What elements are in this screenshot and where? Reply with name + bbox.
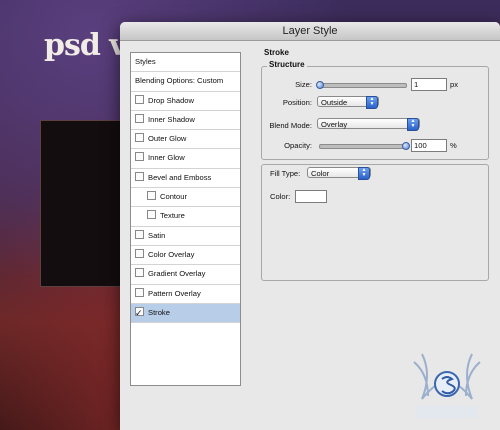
- style-checkbox[interactable]: [135, 133, 144, 143]
- style-checkbox[interactable]: [135, 268, 144, 278]
- style-checkbox[interactable]: [135, 113, 144, 123]
- styles-list-item-label: Inner Glow: [148, 153, 185, 163]
- styles-list-item[interactable]: Outer Glow: [131, 130, 240, 150]
- size-slider-knob[interactable]: [316, 81, 324, 89]
- styles-list-item-label: Styles: [135, 57, 156, 66]
- styles-list-item[interactable]: Satin: [131, 227, 240, 246]
- styles-list-item-label: Blending Options: Custom: [135, 76, 224, 86]
- styles-list-item[interactable]: Color Overlay: [131, 246, 240, 266]
- opacity-label: Opacity:: [284, 141, 312, 150]
- fill-type-group: [261, 164, 489, 281]
- watermark-logo: [413, 353, 481, 418]
- position-label: Position:: [282, 98, 312, 107]
- styles-list-item[interactable]: Gradient Overlay: [131, 265, 240, 285]
- opacity-input[interactable]: 100: [411, 139, 447, 152]
- opacity-unit: %: [450, 141, 457, 150]
- styles-list-item[interactable]: Contour: [131, 188, 240, 208]
- blend-mode-select-value: Overlay: [321, 120, 348, 129]
- styles-list-item[interactable]: Blending Options: Custom: [131, 72, 240, 92]
- position-select-value: Outside: [321, 98, 348, 107]
- structure-title: Structure: [267, 60, 307, 69]
- styles-list-item[interactable]: Bevel and Emboss: [131, 169, 240, 189]
- styles-list-item-label: Stroke: [148, 307, 170, 317]
- select-arrows-icon: ▲ ▼: [358, 167, 370, 180]
- style-checkbox[interactable]: [135, 229, 144, 239]
- styles-list-item-label: Outer Glow: [148, 134, 187, 144]
- color-label: Color:: [270, 192, 291, 201]
- background-dark-panel: [40, 120, 124, 287]
- style-checkbox[interactable]: [147, 210, 156, 220]
- styles-list-item-label: Gradient Overlay: [148, 269, 206, 279]
- size-slider-track[interactable]: [319, 83, 407, 88]
- styles-list-item[interactable]: Texture: [131, 207, 240, 227]
- styles-list-item-label: Contour: [160, 192, 188, 202]
- fill-type-label: Fill Type:: [270, 169, 301, 178]
- style-checkbox[interactable]: [135, 287, 144, 297]
- styles-list-item[interactable]: Styles: [131, 53, 240, 73]
- style-checkbox[interactable]: [135, 248, 144, 258]
- styles-list-item-label: Color Overlay: [148, 249, 195, 259]
- fill-type-select-value: Color: [311, 169, 330, 178]
- styles-list-item-label: Satin: [148, 230, 166, 240]
- style-checkbox[interactable]: [135, 171, 144, 181]
- style-checkbox[interactable]: [147, 191, 156, 201]
- size-unit: px: [450, 80, 459, 89]
- styles-list-item[interactable]: Pattern Overlay: [131, 285, 240, 304]
- fill-type-select[interactable]: Color ▲ ▼: [307, 167, 371, 180]
- select-arrows-icon: ▲ ▼: [366, 96, 378, 109]
- background-title: psd v: [44, 28, 127, 63]
- position-select[interactable]: Outside ▲ ▼: [317, 96, 379, 109]
- stroke-section-title: Stroke: [264, 48, 289, 57]
- color-swatch[interactable]: [295, 190, 327, 203]
- style-checkbox[interactable]: [135, 304, 144, 322]
- style-checkbox[interactable]: [135, 94, 144, 104]
- select-arrows-icon: ▲ ▼: [407, 118, 419, 131]
- styles-list-item[interactable]: Stroke: [131, 303, 240, 324]
- styles-list-item-label: Drop Shadow: [148, 95, 195, 105]
- styles-list-item-label: Inner Shadow: [148, 114, 195, 124]
- opacity-slider-knob[interactable]: [402, 142, 410, 150]
- size-input[interactable]: 1: [411, 78, 447, 91]
- blend-mode-label: Blend Mode:: [269, 121, 312, 130]
- styles-list-item-label: Pattern Overlay: [148, 288, 201, 298]
- styles-list: Styles Blending Options: Custom Drop Shado…: [130, 52, 241, 386]
- blend-mode-select[interactable]: Overlay ▲ ▼: [317, 118, 420, 131]
- opacity-slider-track[interactable]: [319, 144, 407, 149]
- styles-list-item-label: Texture: [160, 211, 185, 221]
- styles-list-item[interactable]: Drop Shadow: [131, 92, 240, 111]
- style-checkbox[interactable]: [135, 152, 144, 162]
- styles-list-item-label: Bevel and Emboss: [148, 172, 212, 182]
- styles-list-item[interactable]: Inner Shadow: [131, 111, 240, 131]
- styles-list-item[interactable]: Inner Glow: [131, 149, 240, 169]
- size-label: Size:: [295, 80, 312, 89]
- dialog-titlebar[interactable]: Layer Style: [120, 22, 500, 41]
